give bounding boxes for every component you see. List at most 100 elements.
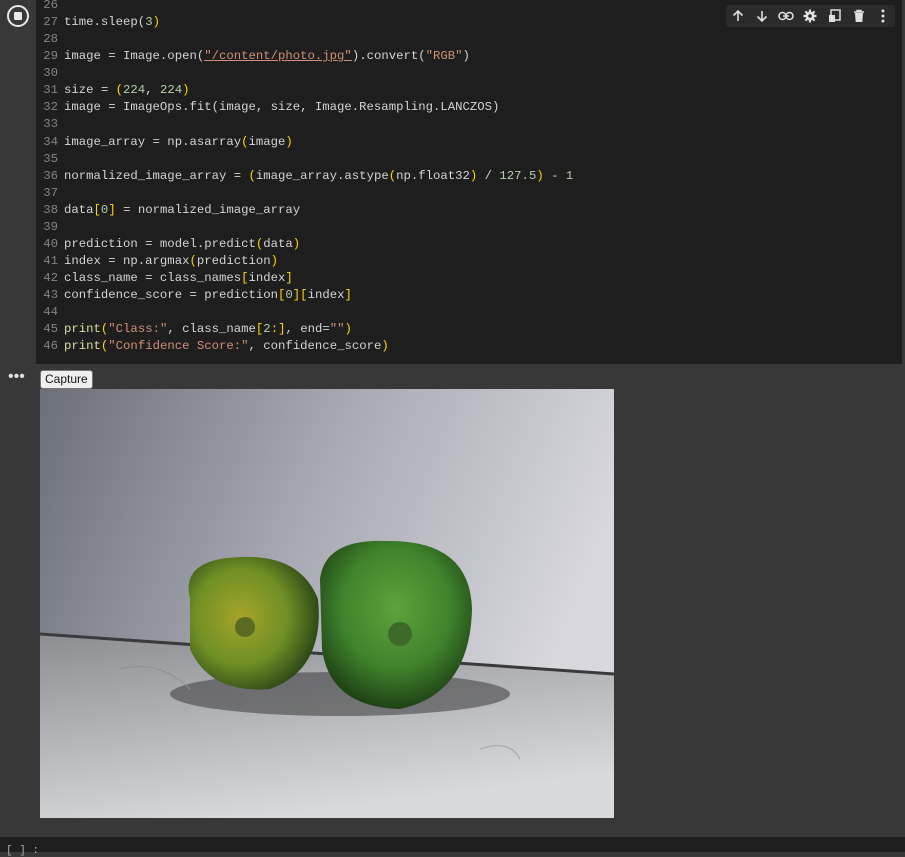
- code-line: 29 image = Image.open("/content/photo.jpg…: [36, 48, 470, 65]
- code-line: 40 prediction = model.predict(data): [36, 236, 300, 253]
- code-bracket: ): [285, 135, 293, 149]
- code-text: np.float32: [396, 169, 470, 183]
- more-vert-icon[interactable]: [875, 8, 891, 24]
- arrow-down-icon[interactable]: [754, 8, 770, 24]
- trash-icon[interactable]: [851, 8, 867, 24]
- code-text: image = Image.open(: [64, 49, 205, 63]
- line-number: 38: [43, 203, 58, 217]
- code-string: "Class:": [108, 322, 168, 336]
- line-number: 36: [43, 169, 58, 183]
- code-text: image = ImageOps.fit(image, size, Image.…: [64, 100, 500, 114]
- code-number: 1: [565, 169, 574, 183]
- line-number: 28: [43, 32, 58, 46]
- line-number: 40: [43, 237, 58, 251]
- mirror-cell-icon[interactable]: [827, 8, 843, 24]
- line-number: 42: [43, 271, 58, 285]
- code-bracket: (: [241, 135, 249, 149]
- code-bracket: ][: [292, 288, 308, 302]
- next-cell-label: [ ] :: [6, 845, 40, 857]
- line-number: 33: [43, 117, 58, 131]
- stop-icon: [14, 12, 22, 20]
- line-number: 45: [43, 322, 58, 336]
- code-bracket: ]: [108, 203, 116, 217]
- code-text: time.sleep(: [64, 15, 146, 29]
- code-function: print: [64, 339, 101, 353]
- code-text: , confidence_score: [248, 339, 382, 353]
- code-line: 27 time.sleep(3): [36, 14, 160, 31]
- code-number: 3: [145, 15, 153, 29]
- cell-gutter: [0, 0, 36, 364]
- line-number: 46: [43, 339, 58, 353]
- code-bracket: (: [248, 169, 256, 183]
- line-number: 35: [43, 152, 58, 166]
- line-number: 43: [43, 288, 58, 302]
- code-editor[interactable]: 26 27 time.sleep(3) 28 29 image = Image.op…: [36, 0, 902, 364]
- code-text: normalized_image_array =: [64, 169, 249, 183]
- cell-toolbar: [726, 5, 895, 27]
- code-bracket: ): [270, 254, 279, 268]
- code-cell: 26 27 time.sleep(3) 28 29 image = Image.op…: [0, 0, 905, 364]
- line-number: 41: [43, 254, 58, 268]
- line-number: 39: [43, 220, 58, 234]
- line-number: 31: [43, 83, 58, 97]
- capture-button[interactable]: Capture: [40, 370, 93, 389]
- line-number: 32: [43, 100, 58, 114]
- line-number: 44: [43, 305, 58, 319]
- code-line: 34 image_array = np.asarray(image): [36, 134, 293, 151]
- code-text: , end=: [285, 322, 330, 336]
- code-number: 0: [285, 288, 293, 302]
- output-menu-button[interactable]: •••: [8, 369, 25, 385]
- code-line: 26: [36, 0, 64, 14]
- line-number: 30: [43, 66, 58, 80]
- code-string: "": [329, 322, 345, 336]
- code-text: , class_name: [167, 322, 256, 336]
- code-bracket: ): [292, 237, 301, 251]
- code-line: 41 index = np.argmax(prediction): [36, 253, 278, 270]
- code-line: 45 print("Class:", class_name[2:], end=""…: [36, 321, 352, 338]
- gear-icon[interactable]: [802, 8, 818, 24]
- code-bracket: ]: [344, 288, 352, 302]
- cell-output: ••• Capture: [0, 364, 905, 829]
- code-text: ,: [145, 83, 160, 97]
- next-cell: [ ] :: [0, 837, 905, 857]
- link-icon[interactable]: [778, 8, 795, 24]
- code-text: index = np.argmax: [64, 254, 190, 268]
- code-text: /: [477, 169, 500, 183]
- line-number: 26: [43, 0, 58, 12]
- code-line: 32 image = ImageOps.fit(image, size, Imag…: [36, 99, 499, 116]
- code-text: image_array = np.asarray: [64, 135, 242, 149]
- code-number: 127.5: [499, 169, 537, 183]
- code-line: 28: [36, 31, 64, 48]
- code-number: 224: [159, 83, 183, 97]
- code-string-link[interactable]: "/content/photo.jpg": [204, 49, 352, 63]
- code-bracket: ): [152, 15, 160, 29]
- code-number: 2: [263, 322, 271, 336]
- arrow-up-icon[interactable]: [730, 8, 746, 24]
- code-text: image: [248, 135, 286, 149]
- code-line: 36 normalized_image_array = (image_array.…: [36, 168, 573, 185]
- code-bracket: :]: [270, 322, 286, 336]
- code-text: class_name = class_names: [64, 271, 242, 285]
- code-line: 33: [36, 116, 64, 133]
- code-line: 46 print("Confidence Score:", confidence_…: [36, 338, 389, 355]
- code-text: -: [543, 169, 566, 183]
- run-cell-button[interactable]: [7, 5, 29, 27]
- code-line: 43 confidence_score = prediction[0][index…: [36, 287, 352, 304]
- code-bracket: ): [381, 339, 389, 353]
- code-bracket: [: [241, 271, 249, 285]
- code-bracket: (: [189, 254, 197, 268]
- code-line: 37: [36, 185, 64, 202]
- code-text: prediction: [196, 254, 271, 268]
- code-text: ).convert(: [351, 49, 426, 63]
- code-text: ): [462, 49, 470, 63]
- code-text: data: [263, 237, 293, 251]
- code-bracket: ]: [285, 271, 293, 285]
- code-line: 30: [36, 65, 64, 82]
- code-text: prediction = model.predict: [64, 237, 256, 251]
- code-number: 224: [123, 83, 146, 97]
- code-text: = normalized_image_array: [115, 203, 301, 217]
- code-text: data: [64, 203, 94, 217]
- code-string: "RGB": [425, 49, 463, 63]
- code-function: print: [64, 322, 101, 336]
- line-number: 34: [43, 135, 58, 149]
